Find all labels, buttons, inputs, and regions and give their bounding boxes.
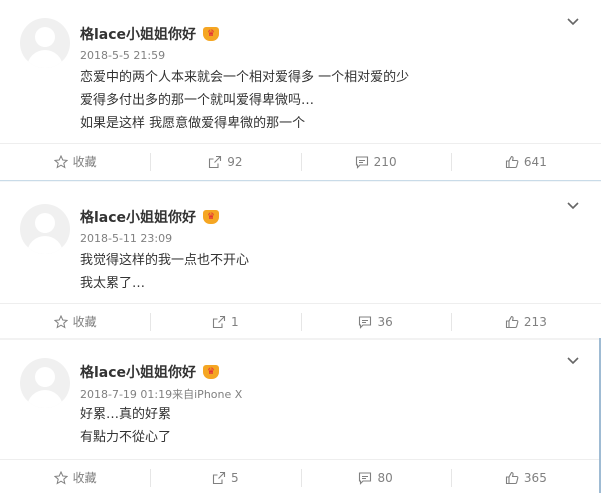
post-line: 我太累了… (80, 276, 146, 291)
username[interactable]: 格lace小姐姐你好 (80, 362, 196, 382)
share-arrow-icon (212, 471, 226, 484)
post-card: 格lace小姐姐你好 ♛ 2018-5-5 21:59 恋爱中的两个人本来就会一… (0, 0, 601, 180)
avatar[interactable] (20, 358, 70, 408)
avatar[interactable] (20, 204, 70, 254)
comment-count: 36 (377, 314, 393, 329)
comment-count: 80 (377, 470, 393, 485)
member-crown-icon[interactable]: ♛ (202, 210, 220, 224)
post-card: 格lace小姐姐你好 ♛ 2018-7-19 01:19来自iPhone X 好… (0, 340, 601, 493)
collect-button[interactable]: 收藏 (0, 304, 150, 339)
username[interactable]: 格lace小姐姐你好 (80, 207, 196, 227)
share-arrow-icon (212, 315, 226, 328)
post-actions: 收藏 92 210 641 (0, 143, 601, 179)
post-line: 爱得多付出多的那一个就叫爱得卑微吗… (80, 93, 315, 108)
post-line: 如果是这样 我愿意做爱得卑微的那一个 (80, 116, 306, 131)
like-button[interactable]: 641 (450, 144, 601, 179)
post-card: 格lace小姐姐你好 ♛ 2018-5-11 23:09 我觉得这样的我一点也不… (0, 182, 601, 338)
comment-button[interactable]: 36 (300, 304, 451, 339)
collect-label: 收藏 (72, 471, 97, 485)
thumbs-up-icon (505, 471, 519, 484)
comment-bubble-icon (359, 315, 372, 329)
post-content: 我觉得这样的我一点也不开心 我太累了… (80, 249, 249, 295)
post-line: 我觉得这样的我一点也不开心 (80, 253, 250, 268)
chevron-down-icon[interactable] (567, 354, 579, 366)
repost-button[interactable]: 1 (150, 304, 300, 339)
collect-button[interactable]: 收藏 (0, 460, 150, 493)
comment-button[interactable]: 210 (300, 144, 451, 179)
repost-button[interactable]: 5 (150, 460, 300, 493)
repost-count: 1 (231, 314, 239, 329)
collect-label: 收藏 (72, 315, 97, 329)
like-count: 641 (523, 154, 547, 169)
post-timestamp[interactable]: 2018-7-19 01:19来自iPhone X (80, 386, 242, 402)
username[interactable]: 格lace小姐姐你好 (80, 24, 196, 44)
thumbs-up-icon (505, 315, 519, 328)
like-count: 365 (523, 470, 547, 485)
avatar[interactable] (20, 18, 70, 68)
chevron-down-icon[interactable] (567, 15, 579, 27)
post-timestamp[interactable]: 2018-5-11 23:09 (80, 232, 172, 245)
repost-button[interactable]: 92 (150, 144, 300, 179)
repost-count: 92 (227, 154, 243, 169)
post-content: 好累…真的好累 有點力不從心了 (80, 403, 171, 449)
collect-label: 收藏 (72, 155, 97, 169)
post-header: 格lace小姐姐你好 ♛ (80, 207, 220, 227)
star-icon (53, 154, 68, 169)
chevron-down-icon[interactable] (567, 199, 579, 211)
post-header: 格lace小姐姐你好 ♛ (80, 362, 220, 382)
comment-count: 210 (373, 154, 397, 169)
post-actions: 收藏 1 36 213 (0, 303, 601, 339)
star-icon (53, 470, 68, 485)
post-header: 格lace小姐姐你好 ♛ (80, 24, 220, 44)
member-crown-icon[interactable]: ♛ (202, 365, 220, 379)
thumbs-up-icon (505, 155, 519, 168)
post-line: 恋爱中的两个人本来就会一个相对爱得多 一个相对爱的少 (80, 70, 410, 85)
member-crown-icon[interactable]: ♛ (202, 27, 220, 41)
share-arrow-icon (209, 155, 222, 168)
star-icon (53, 314, 68, 329)
comment-bubble-icon (359, 471, 372, 485)
post-actions: 收藏 5 80 365 (0, 459, 601, 493)
like-button[interactable]: 213 (450, 304, 601, 339)
post-timestamp[interactable]: 2018-5-5 21:59 (80, 49, 165, 62)
post-content: 恋爱中的两个人本来就会一个相对爱得多 一个相对爱的少 爱得多付出多的那一个就叫爱… (80, 66, 409, 135)
post-line: 有點力不從心了 (80, 430, 172, 445)
comment-bubble-icon (355, 155, 368, 169)
like-count: 213 (523, 314, 547, 329)
comment-button[interactable]: 80 (300, 460, 451, 493)
repost-count: 5 (231, 470, 239, 485)
weibo-feed: 格lace小姐姐你好 ♛ 2018-5-5 21:59 恋爱中的两个人本来就会一… (0, 0, 601, 493)
like-button[interactable]: 365 (450, 460, 601, 493)
collect-button[interactable]: 收藏 (0, 144, 150, 179)
post-line: 好累…真的好累 (80, 407, 172, 422)
